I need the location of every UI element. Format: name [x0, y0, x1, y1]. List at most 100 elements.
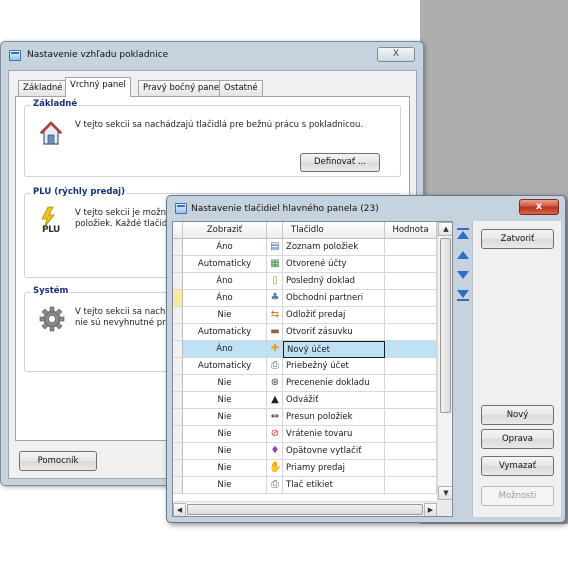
cell-show[interactable]: Nie [183, 426, 267, 443]
move-to-top-icon[interactable] [455, 227, 471, 241]
cell-button-name[interactable]: Presun položiek [283, 409, 385, 426]
scroll-left-icon[interactable]: ◀ [173, 503, 186, 516]
defer-icon: ⇆ [270, 309, 280, 320]
close-button[interactable]: x [519, 199, 559, 215]
cell-button-name[interactable]: Nový účet [283, 341, 385, 358]
close-button[interactable]: X [377, 47, 415, 62]
delete-button[interactable]: Vymazať [481, 456, 554, 476]
column-header-show[interactable]: Zobraziť [183, 222, 267, 239]
define-button[interactable]: Definovať ... [300, 153, 380, 172]
cell-button-name[interactable]: Opätovne vytlačiť [283, 443, 385, 460]
cell-button-name[interactable]: Otvoriť zásuvku [283, 324, 385, 341]
cell-button-name[interactable]: Zoznam položiek [283, 239, 385, 256]
close-dialog-button[interactable]: Zatvoriť [481, 229, 554, 249]
window-icon [9, 50, 21, 61]
column-header-value[interactable]: Hodnota [385, 222, 437, 239]
cell-value[interactable] [385, 239, 437, 256]
table-row[interactable]: Áno ▤ Zoznam položiek [173, 239, 437, 256]
cell-value[interactable] [385, 307, 437, 324]
cell-value[interactable] [385, 358, 437, 375]
cell-value[interactable] [385, 256, 437, 273]
cell-icon: ♦ [267, 443, 283, 460]
cell-show[interactable]: Nie [183, 392, 267, 409]
cell-show[interactable]: Automaticky [183, 256, 267, 273]
table-row[interactable]: Automaticky ▬ Otvoriť zásuvku [173, 324, 437, 341]
cell-value[interactable] [385, 443, 437, 460]
scroll-right-icon[interactable]: ▶ [424, 503, 437, 516]
table-row[interactable]: Automaticky ▦ Otvorené účty [173, 256, 437, 273]
title-bar: Nastavenie vzhľadu pokladnice X [7, 46, 417, 64]
table-row[interactable]: Nie ⊛ Precenenie dokladu [173, 375, 437, 392]
cell-show[interactable]: Automaticky [183, 358, 267, 375]
tab-other[interactable]: Ostatné [219, 80, 263, 96]
cell-button-name[interactable]: Priamy predaj [283, 460, 385, 477]
table-row[interactable]: Áno ▯ Posledný doklad [173, 273, 437, 290]
cell-value[interactable] [385, 409, 437, 426]
cell-button-name[interactable]: Precenenie dokladu [283, 375, 385, 392]
cell-icon: ▲ [267, 392, 283, 409]
table-row[interactable]: Nie ✋ Priamy predaj [173, 460, 437, 477]
table-row[interactable]: Nie ⇔ Presun položiek [173, 409, 437, 426]
cell-button-name[interactable]: Otvorené účty [283, 256, 385, 273]
cell-value[interactable] [385, 375, 437, 392]
table-row[interactable]: Áno ✚ Nový účet [173, 341, 437, 358]
header-indicator [173, 222, 183, 239]
move-up-icon[interactable] [455, 248, 471, 262]
tab-top-panel[interactable]: Vrchný panel [65, 77, 131, 97]
cell-value[interactable] [385, 324, 437, 341]
table-row[interactable]: Áno ♣ Obchodní partneri [173, 290, 437, 307]
cell-show[interactable]: Nie [183, 460, 267, 477]
cell-button-name[interactable]: Priebežný účet [283, 358, 385, 375]
cell-value[interactable] [385, 392, 437, 409]
cell-button-name[interactable]: Odvážiť [283, 392, 385, 409]
label-print-icon: ⎙ [271, 479, 279, 490]
table-row[interactable]: Automaticky ⎙ Priebežný účet [173, 358, 437, 375]
cell-button-name[interactable]: Vrátenie tovaru [283, 426, 385, 443]
horizontal-scrollbar[interactable]: ◀ ▶ [173, 501, 437, 516]
column-header-button[interactable]: Tlačidlo [283, 222, 385, 239]
vertical-scroll-thumb[interactable] [440, 238, 451, 413]
cell-show[interactable]: Áno [183, 273, 267, 290]
cell-show[interactable]: Áno [183, 239, 267, 256]
table-row[interactable]: Nie ⊘ Vrátenie tovaru [173, 426, 437, 443]
cell-button-name[interactable]: Tlač etikiet [283, 477, 385, 494]
table-row[interactable]: Nie ▲ Odvážiť [173, 392, 437, 409]
tab-right-panel[interactable]: Pravý bočný panel [138, 80, 227, 96]
order-controls [454, 221, 472, 341]
move-down-icon[interactable] [455, 268, 471, 282]
cell-value[interactable] [385, 290, 437, 307]
cell-button-name[interactable]: Odložiť predaj [283, 307, 385, 324]
vertical-scrollbar[interactable]: ▲ ▼ [437, 222, 452, 501]
help-button[interactable]: Pomocník [19, 451, 97, 471]
cell-value[interactable] [385, 273, 437, 290]
table-row[interactable]: Nie ⎙ Tlač etikiet [173, 477, 437, 494]
options-button[interactable]: Možnosti [481, 486, 554, 506]
cell-show[interactable]: Automaticky [183, 324, 267, 341]
tab-basic[interactable]: Základné [18, 80, 68, 96]
horizontal-scroll-thumb[interactable] [187, 504, 423, 515]
cell-show[interactable]: Nie [183, 375, 267, 392]
document-icon: ▯ [272, 275, 278, 286]
cell-show[interactable]: Nie [183, 443, 267, 460]
cell-value[interactable] [385, 426, 437, 443]
cell-button-name[interactable]: Posledný doklad [283, 273, 385, 290]
move-to-bottom-icon[interactable] [455, 288, 471, 302]
window-title: Nastavenie vzhľadu pokladnice [27, 50, 169, 60]
row-indicator [173, 358, 183, 375]
cell-button-name[interactable]: Obchodní partneri [283, 290, 385, 307]
cell-value[interactable] [385, 460, 437, 477]
cell-value[interactable] [385, 341, 437, 358]
table-row[interactable]: Nie ♦ Opätovne vytlačiť [173, 443, 437, 460]
cell-show[interactable]: Áno [183, 341, 267, 358]
cell-show[interactable]: Áno [183, 290, 267, 307]
scroll-up-icon[interactable]: ▲ [438, 222, 452, 236]
table-row[interactable]: Nie ⇆ Odložiť predaj [173, 307, 437, 324]
scroll-down-icon[interactable]: ▼ [438, 486, 452, 500]
cell-show[interactable]: Nie [183, 477, 267, 494]
cell-show[interactable]: Nie [183, 307, 267, 324]
new-button[interactable]: Nový [481, 405, 554, 425]
cell-value[interactable] [385, 477, 437, 494]
edit-button[interactable]: Oprava [481, 429, 554, 449]
row-indicator [173, 341, 183, 358]
cell-show[interactable]: Nie [183, 409, 267, 426]
